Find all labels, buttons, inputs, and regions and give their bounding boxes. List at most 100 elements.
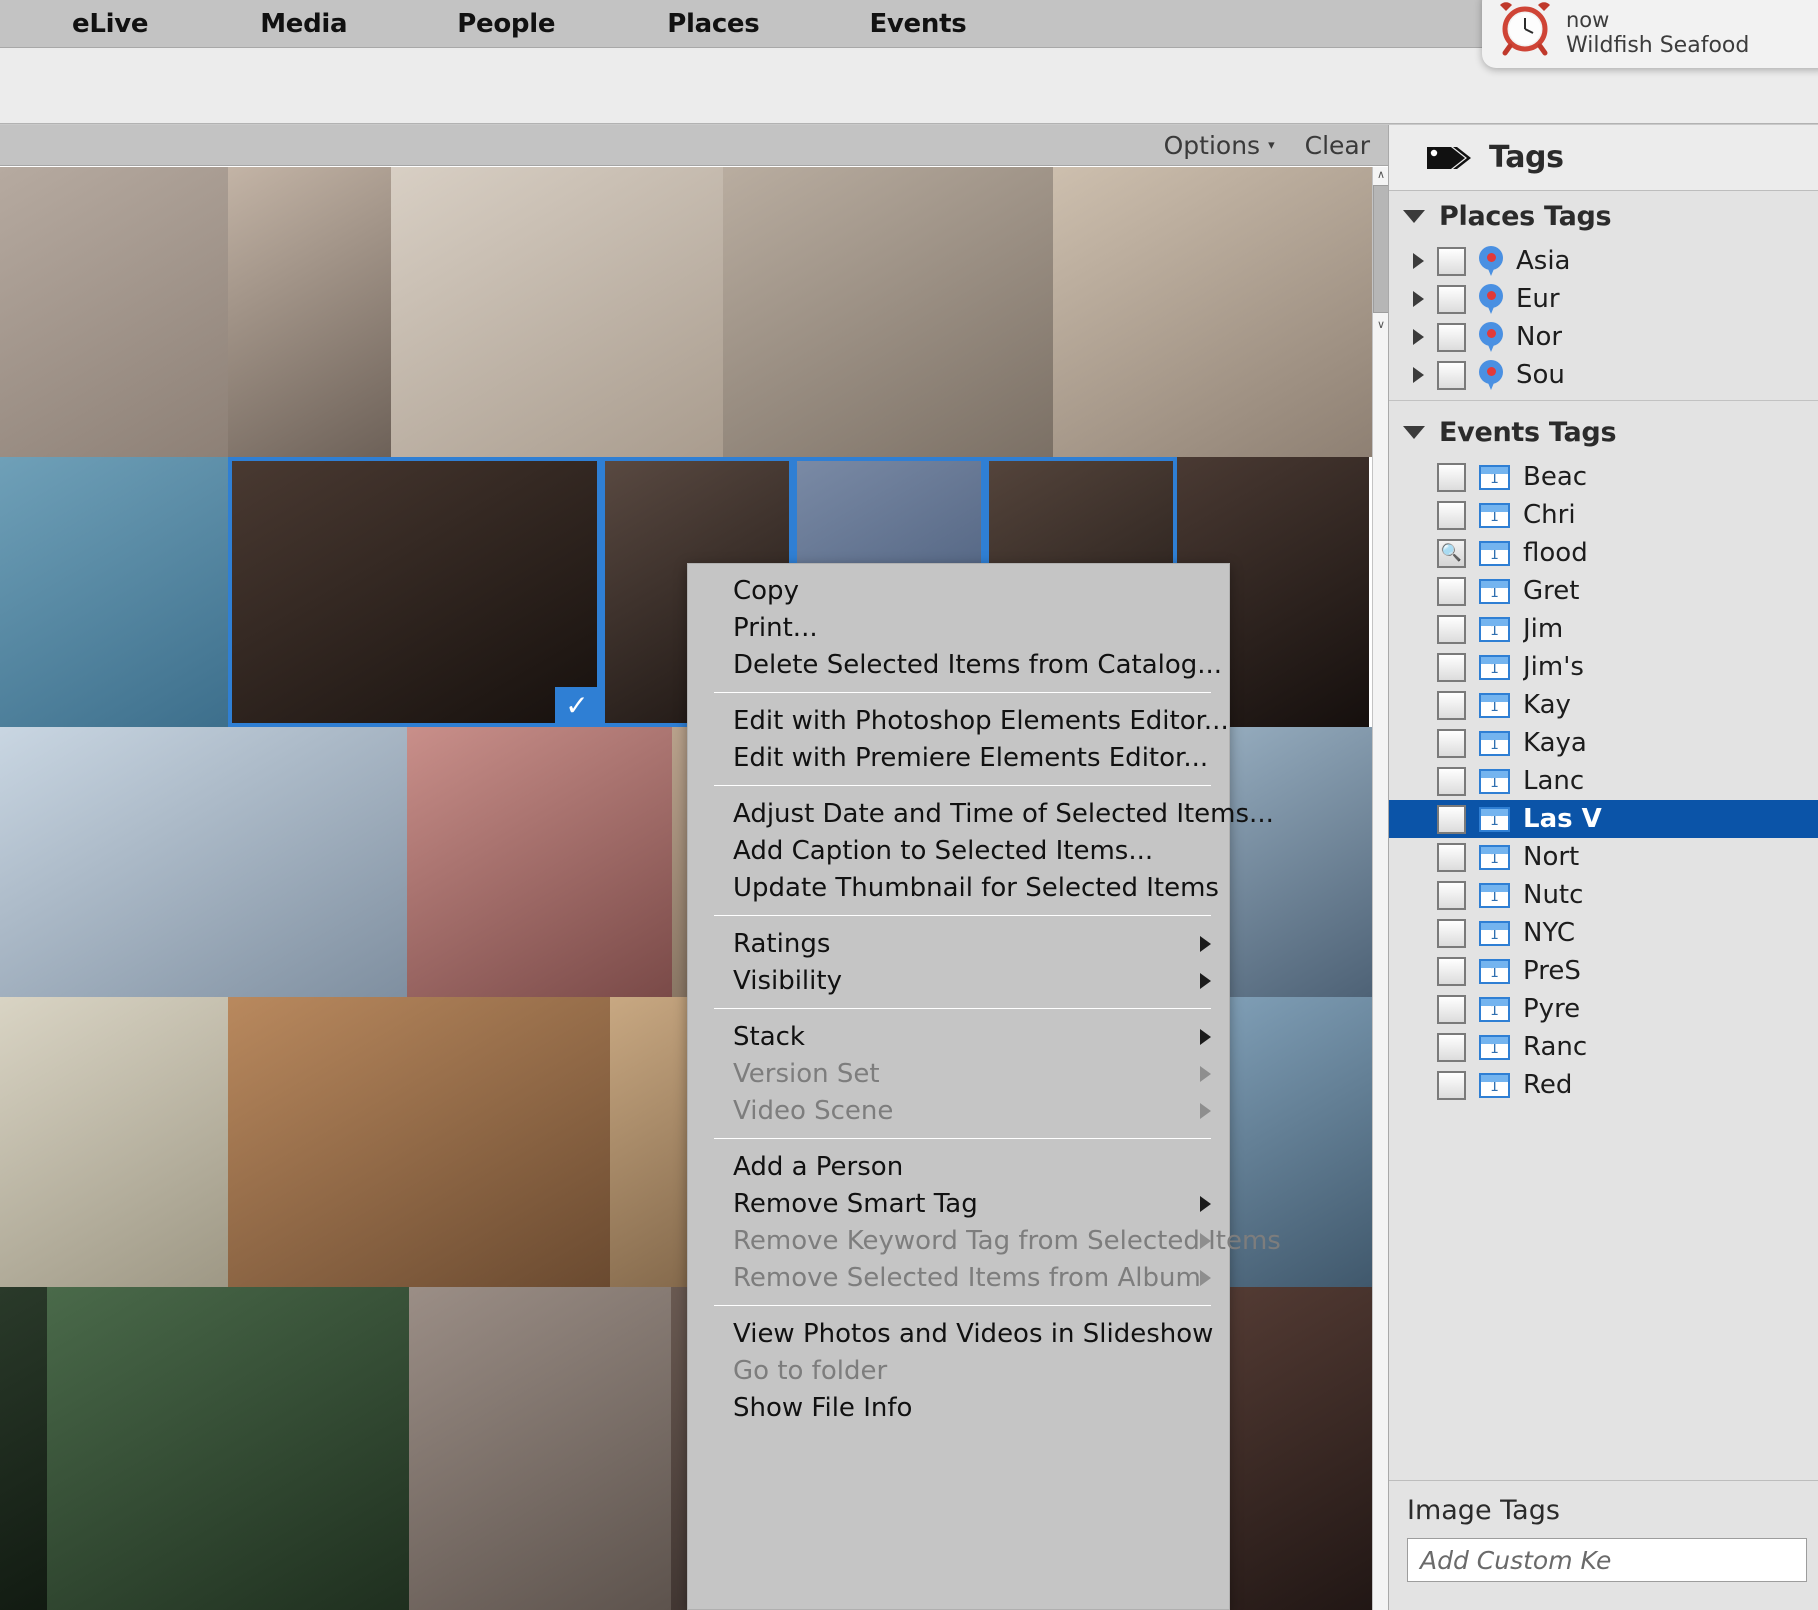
- add-custom-keyword-input[interactable]: Add Custom Ke: [1407, 1538, 1807, 1582]
- tag-checkbox[interactable]: [1437, 918, 1466, 948]
- events-tag-row[interactable]: 1 Nutc: [1389, 876, 1818, 914]
- clear-button[interactable]: Clear: [1305, 131, 1370, 160]
- photo-thumbnail[interactable]: [0, 457, 228, 727]
- menu-item-adjust-date-time[interactable]: Adjust Date and Time of Selected Items..…: [688, 795, 1274, 832]
- events-tags-list[interactable]: 1 Beac 1 Chri 🔍 1 flood 1 Gret 1 Jim 1 Jim's 1 Kay 1 K…: [1389, 458, 1818, 1104]
- photo-thumbnail[interactable]: [407, 727, 672, 997]
- tag-checkbox[interactable]: [1437, 842, 1466, 872]
- tag-checkbox[interactable]: [1437, 500, 1466, 530]
- events-tag-row[interactable]: 1 Nort: [1389, 838, 1818, 876]
- scroll-up-arrow[interactable]: ∧: [1373, 167, 1389, 183]
- events-tag-label: Red: [1523, 1070, 1573, 1100]
- tag-checkbox[interactable]: [1437, 246, 1466, 276]
- notification-banner[interactable]: now Wildfish Seafood: [1482, 0, 1818, 68]
- events-tag-row[interactable]: 1 Gret: [1389, 572, 1818, 610]
- photo-thumbnail[interactable]: [391, 167, 723, 457]
- menu-item-show-file-info[interactable]: Show File Info: [688, 1389, 1229, 1426]
- tag-checkbox[interactable]: [1437, 462, 1466, 492]
- events-tag-row[interactable]: 1 Jim's: [1389, 648, 1818, 686]
- places-tag-row[interactable]: Eur: [1389, 280, 1818, 318]
- tag-checkbox[interactable]: [1437, 994, 1466, 1024]
- events-tag-row[interactable]: 1 PreS: [1389, 952, 1818, 990]
- menu-item-print[interactable]: Print...: [688, 609, 1229, 646]
- menu-item-ratings[interactable]: Ratings: [688, 925, 1229, 962]
- places-tag-row[interactable]: Asia: [1389, 242, 1818, 280]
- menu-item-remove-smart-tag[interactable]: Remove Smart Tag: [688, 1185, 1229, 1222]
- expand-arrow-icon[interactable]: [1413, 367, 1424, 383]
- places-tags-section-header[interactable]: Places Tags: [1389, 191, 1818, 242]
- menu-item-add-person[interactable]: Add a Person: [688, 1148, 1229, 1185]
- menu-item-update-thumbnail[interactable]: Update Thumbnail for Selected Items: [688, 869, 1229, 906]
- events-tag-row[interactable]: 1 Kaya: [1389, 724, 1818, 762]
- tag-checkbox[interactable]: [1437, 322, 1466, 352]
- events-tag-row[interactable]: 1 Ranc: [1389, 1028, 1818, 1066]
- places-tags-title: Places Tags: [1439, 201, 1612, 232]
- menu-item-delete-selected[interactable]: Delete Selected Items from Catalog...: [688, 646, 1229, 683]
- events-tag-row[interactable]: 1 Beac: [1389, 458, 1818, 496]
- menu-elive[interactable]: eLive: [72, 9, 149, 39]
- tag-checkbox[interactable]: [1437, 766, 1466, 796]
- events-tag-row[interactable]: 1 Las V: [1389, 800, 1818, 838]
- photo-thumbnail[interactable]: [228, 997, 610, 1287]
- menu-people[interactable]: People: [457, 9, 555, 39]
- tags-scroll-area[interactable]: Places Tags Asia Eur Nor Sou Events Tags 1 B…: [1389, 191, 1818, 1390]
- menu-item-copy[interactable]: Copy: [688, 572, 1229, 609]
- expand-arrow-icon[interactable]: [1413, 291, 1424, 307]
- events-tag-row[interactable]: 1 Jim: [1389, 610, 1818, 648]
- expand-arrow-icon[interactable]: [1413, 253, 1424, 269]
- menu-media[interactable]: Media: [260, 9, 347, 39]
- grid-scrollbar[interactable]: ∧ ∨: [1372, 167, 1389, 1610]
- photo-thumbnail[interactable]: [0, 167, 228, 457]
- events-tag-row[interactable]: 1 Pyre: [1389, 990, 1818, 1028]
- binoculars-icon[interactable]: 🔍: [1437, 538, 1466, 568]
- places-tags-list[interactable]: Asia Eur Nor Sou: [1389, 242, 1818, 394]
- photo-thumbnail[interactable]: [409, 1287, 671, 1610]
- menu-item-edit-photoshop[interactable]: Edit with Photoshop Elements Editor...: [688, 702, 1229, 739]
- tag-checkbox[interactable]: [1437, 614, 1466, 644]
- places-tag-row[interactable]: Nor: [1389, 318, 1818, 356]
- tag-checkbox[interactable]: [1437, 360, 1466, 390]
- menu-item-stack[interactable]: Stack: [688, 1018, 1229, 1055]
- scrollbar-thumb[interactable]: [1373, 185, 1389, 313]
- photo-thumbnail[interactable]: [0, 727, 407, 997]
- tag-checkbox[interactable]: [1437, 1070, 1466, 1100]
- menu-places[interactable]: Places: [667, 9, 760, 39]
- event-tag-count: 1: [1490, 1078, 1499, 1095]
- menu-events[interactable]: Events: [869, 9, 966, 39]
- expand-arrow-icon[interactable]: [1413, 329, 1424, 345]
- events-tag-row[interactable]: 1 Red: [1389, 1066, 1818, 1104]
- options-button[interactable]: Options ▾: [1164, 131, 1275, 160]
- menu-item-add-caption[interactable]: Add Caption to Selected Items...: [688, 832, 1229, 869]
- menu-item-visibility[interactable]: Visibility: [688, 962, 1229, 999]
- tag-checkbox[interactable]: [1437, 728, 1466, 758]
- events-tag-row[interactable]: 1 NYC: [1389, 914, 1818, 952]
- photo-thumbnail[interactable]: [0, 997, 228, 1287]
- events-tag-row[interactable]: 1 Kay: [1389, 686, 1818, 724]
- photo-thumbnail[interactable]: [0, 1287, 47, 1610]
- places-tag-row[interactable]: Sou: [1389, 356, 1818, 394]
- tag-checkbox[interactable]: [1437, 804, 1466, 834]
- tag-checkbox[interactable]: [1437, 690, 1466, 720]
- tag-checkbox[interactable]: [1437, 576, 1466, 606]
- menu-item-edit-premiere[interactable]: Edit with Premiere Elements Editor...: [688, 739, 1229, 776]
- photo-thumbnail[interactable]: [228, 167, 391, 457]
- photo-thumbnail[interactable]: [723, 167, 1053, 457]
- menu-item-label: Video Scene: [733, 1095, 894, 1126]
- tag-checkbox[interactable]: [1437, 652, 1466, 682]
- photo-thumbnail[interactable]: [47, 1287, 409, 1610]
- photo-thumbnail[interactable]: [1053, 167, 1372, 457]
- events-tag-row[interactable]: 1 Lanc: [1389, 762, 1818, 800]
- photo-thumbnail[interactable]: ✓: [228, 457, 601, 727]
- events-tag-row[interactable]: 🔍 1 flood: [1389, 534, 1818, 572]
- tag-checkbox[interactable]: [1437, 956, 1466, 986]
- menu-separator: [714, 785, 1211, 786]
- events-tags-section-header[interactable]: Events Tags: [1389, 407, 1818, 458]
- scroll-down-arrow[interactable]: ∨: [1373, 317, 1389, 333]
- tag-checkbox[interactable]: [1437, 880, 1466, 910]
- context-menu[interactable]: Copy Print... Delete Selected Items from C…: [687, 563, 1281, 1610]
- menu-item-label: Go to folder: [733, 1355, 888, 1386]
- tag-checkbox[interactable]: [1437, 1032, 1466, 1062]
- events-tag-row[interactable]: 1 Chri: [1389, 496, 1818, 534]
- tag-checkbox[interactable]: [1437, 284, 1466, 314]
- menu-item-slideshow[interactable]: View Photos and Videos in Slideshow: [688, 1315, 1229, 1352]
